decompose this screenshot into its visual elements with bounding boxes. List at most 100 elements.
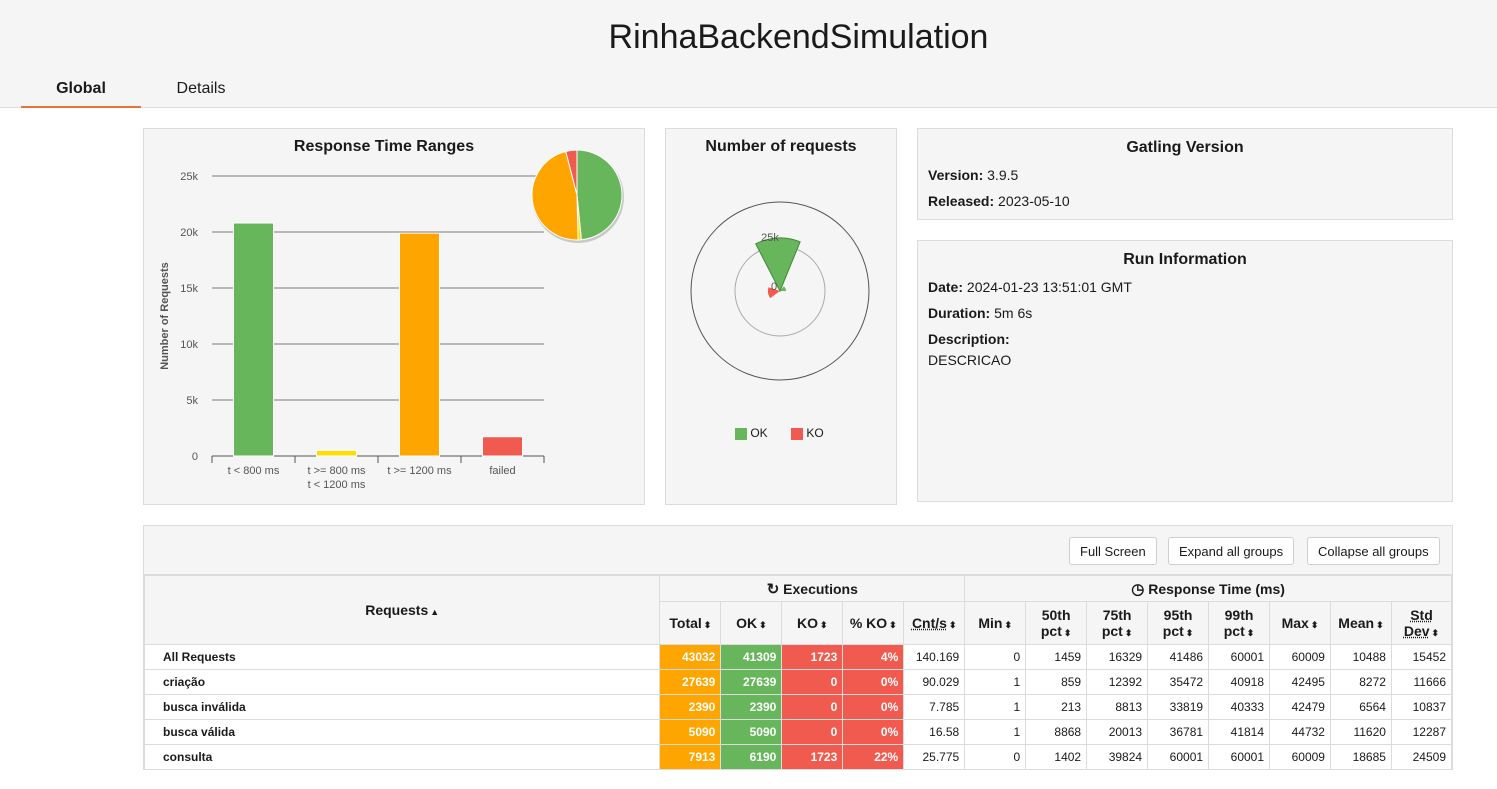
sort-icon: ⬍ [1431,628,1440,638]
cell-p99: 40918 [1208,669,1271,695]
column-p99-sublabel: pct [1223,623,1245,639]
legend-ko-swatch [791,427,804,440]
cell-ok: 6190 [720,744,783,770]
cell-total: 5090 [659,719,722,745]
cell-p99: 41814 [1208,719,1271,745]
column-mean-label: Mean [1338,615,1375,631]
column-cnt[interactable]: Cnt/s ⬍ [903,601,966,645]
legend-ok[interactable]: OK [735,426,768,440]
number-of-requests-panel: Number of requests 25k 0 OK KO [665,128,897,505]
column-max[interactable]: Max ⬍ [1269,601,1331,645]
full-screen-button[interactable]: Full Screen [1069,537,1157,565]
request-name[interactable]: All Requests [143,644,661,670]
table-row[interactable]: criação 27639 27639 0 0% 90.029 1 859 12… [143,669,1453,695]
column-pct-ko[interactable]: % KO ⬍ [842,601,905,645]
table-row[interactable]: consulta 7913 6190 1723 22% 25.775 0 140… [143,744,1453,770]
cell-min: 1 [964,669,1027,695]
table-row[interactable]: busca inválida 2390 2390 0 0% 7.785 1 21… [143,694,1453,720]
column-ko[interactable]: KO ⬍ [781,601,844,645]
cell-p75: 8813 [1086,694,1149,720]
cell-std: 11666 [1390,669,1453,695]
y-tick-label: 20k [180,227,198,239]
requests-column-header[interactable]: Requests ▲ [143,575,661,645]
run-information-title: Run Information [1123,251,1247,268]
cell-mean: 6564 [1329,694,1392,720]
y-tick-label: 0 [192,451,198,463]
sort-icon: ⬍ [1310,620,1319,630]
cell-max: 60009 [1269,744,1331,770]
requests-legend: OK KO [735,426,824,440]
table-row[interactable]: busca válida 5090 5090 0 0% 16.58 1 8868… [143,719,1453,745]
sort-icon: ⬍ [1246,628,1255,638]
sort-icon: ⬍ [1376,620,1384,630]
cell-cnt: 140.169 [903,644,966,670]
description-value: DESCRICAO [928,352,1012,368]
sort-icon: ⬍ [889,620,897,630]
tab-details[interactable]: Details [141,80,261,108]
gatling-version-panel: Gatling Version Version: 3.9.5 Released:… [917,128,1453,220]
column-p95[interactable]: 95th pct ⬍ [1147,601,1210,645]
column-min[interactable]: Min ⬍ [964,601,1027,645]
request-name[interactable]: busca inválida [143,694,661,720]
cell-mean: 8272 [1329,669,1392,695]
column-pct-ko-label: % KO [849,615,888,631]
expand-all-groups-button[interactable]: Expand all groups [1168,537,1295,565]
legend-ko[interactable]: KO [791,426,824,440]
table-row[interactable]: All Requests 43032 41309 1723 4% 140.169… [143,644,1453,670]
cell-max: 60009 [1269,644,1331,670]
column-p50-sublabel: pct [1040,623,1062,639]
cell-min: 1 [964,719,1027,745]
column-p50[interactable]: 50th pct ⬍ [1025,601,1088,645]
cell-max: 42495 [1269,669,1331,695]
statistics-table: Requests ▲ ↻ Executions ◷ Response Time (… [143,575,1453,770]
cell-ok: 2390 [720,694,783,720]
tab-global[interactable]: Global [21,80,141,108]
cell-pct-ko: 0% [842,694,905,720]
cell-std: 12287 [1390,719,1453,745]
request-name[interactable]: busca válida [143,719,661,745]
column-ko-label: KO [797,615,819,631]
sort-asc-icon: ▲ [430,607,440,617]
executions-header: ↻ Executions [659,575,966,602]
x-tick-label: t >= 800 ms [307,465,366,477]
statistics-panel: Full Screen Expand all groups Collapse a… [143,525,1453,770]
bar [482,436,523,457]
cell-ko: 1723 [781,744,844,770]
cell-cnt: 25.775 [903,744,966,770]
sort-icon: ⬍ [948,620,957,630]
collapse-all-groups-button[interactable]: Collapse all groups [1307,537,1440,565]
version-value: 3.9.5 [987,167,1019,183]
column-ok[interactable]: OK ⬍ [720,601,783,645]
request-name[interactable]: consulta [143,744,661,770]
sort-icon: ⬍ [1124,628,1133,638]
column-p99[interactable]: 99th pct ⬍ [1208,601,1271,645]
column-p99-label: 99th [1224,607,1254,623]
cell-ko: 1723 [781,644,844,670]
cell-ok: 27639 [720,669,783,695]
cell-p50: 1459 [1025,644,1088,670]
cell-cnt: 7.785 [903,694,966,720]
column-p75-sublabel: pct [1101,623,1123,639]
request-name[interactable]: criação [143,669,661,695]
sort-icon: ⬍ [759,620,767,630]
column-std-label: Std [1410,607,1433,623]
sort-icon: ⬍ [1185,628,1194,638]
column-mean[interactable]: Mean ⬍ [1329,601,1392,645]
page-title: RinhaBackendSimulation [608,18,989,56]
refresh-icon: ↻ [766,580,780,598]
cell-max: 42479 [1269,694,1331,720]
cell-p50: 213 [1025,694,1088,720]
description-label: Description: [928,331,1010,347]
cell-ko: 0 [781,694,844,720]
requests-chart: 25k 0 [690,201,870,381]
version-label: Version: [928,167,984,183]
column-p50-label: 50th [1041,607,1071,623]
y-tick-label: 10k [180,339,198,351]
column-std-dev[interactable]: Std Dev ⬍ [1390,601,1453,645]
cell-std: 24509 [1390,744,1453,770]
legend-ok-swatch [735,427,747,440]
column-total[interactable]: Total ⬍ [659,601,722,645]
cell-p99: 60001 [1208,644,1271,670]
column-p75[interactable]: 75th pct ⬍ [1086,601,1149,645]
cell-cnt: 16.58 [903,719,966,745]
